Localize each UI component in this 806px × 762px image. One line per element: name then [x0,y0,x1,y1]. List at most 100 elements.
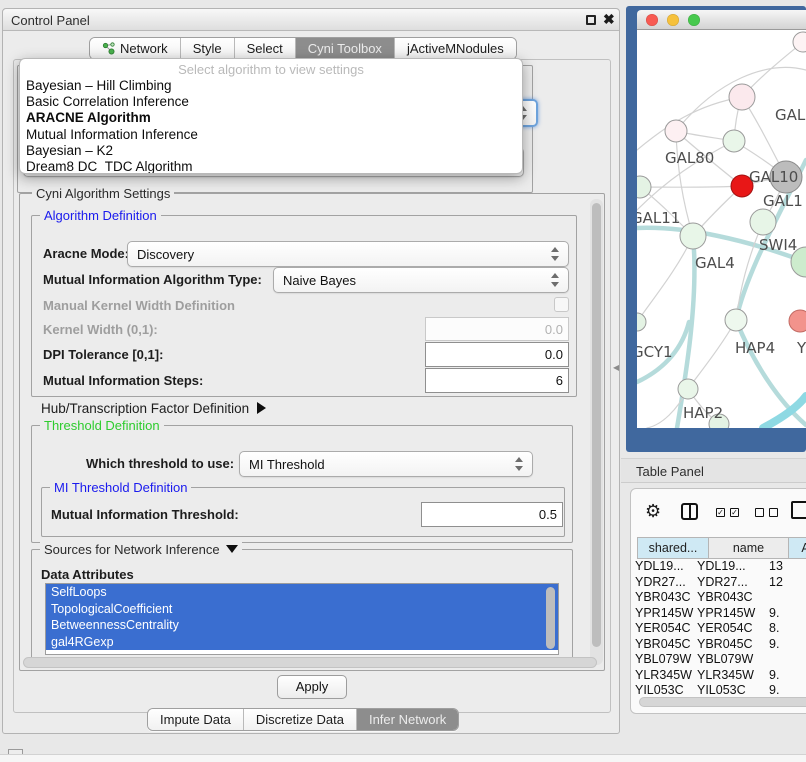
network-view-titlebar[interactable] [637,10,806,30]
network-node[interactable] [750,209,776,235]
settings-vscrollbar-thumb[interactable] [592,203,601,647]
node-label: GAL [775,106,806,124]
minimize-traffic-light[interactable] [667,14,679,26]
gear-icon[interactable]: ⚙ [645,501,661,522]
unchecked-box-icon[interactable] [769,508,778,517]
table-row[interactable]: YIL053CYIL053C9. [631,683,806,697]
close-icon[interactable]: ✖ [603,11,615,28]
float-window-icon[interactable] [586,15,596,25]
settings-hscrollbar[interactable] [23,657,597,668]
data-attribute-item[interactable]: SelfLoops [46,584,558,601]
algorithm-popup-item[interactable]: Dream8 DC_TDC Algorithm [20,159,522,174]
column-header-partial[interactable]: A [789,537,806,559]
node-label: Y [796,339,806,357]
mi-threshold-field[interactable]: 0.5 [421,502,563,527]
network-canvas[interactable]: GALGAL80GAL10GAL1GAL11SWI4GAL4GCY1HAP4YH… [637,30,806,428]
tab-discretize-data-label: Discretize Data [256,712,344,727]
tab-discretize-data[interactable]: Discretize Data [244,709,357,730]
tab-network[interactable]: Network [90,38,181,59]
tab-style[interactable]: Style [181,38,235,59]
table-cell: 9. [769,668,806,684]
table-cell: YLR345W [631,668,697,684]
hub-definition-toggle[interactable]: Hub/Transcription Factor Definition [41,401,266,416]
algorithm-popup-item[interactable]: Mutual Information Inference [20,127,522,143]
network-node[interactable] [725,309,747,331]
network-icon [102,42,115,55]
manual-kernel-width-checkbox[interactable] [554,297,569,312]
checked-box-icon[interactable]: ✓ [730,508,739,517]
algorithm-popup-item[interactable]: Bayesian – Hill Climbing [20,78,522,94]
kernel-width-label: Kernel Width (0,1): [43,322,158,337]
tab-infer-network-label: Infer Network [369,712,446,727]
data-attribute-item[interactable]: gal4RGexp [46,634,558,651]
close-traffic-light[interactable] [646,14,658,26]
table-row[interactable]: YER054CYER054C8. [631,621,806,637]
network-node[interactable] [729,84,755,110]
columns-icon[interactable] [681,503,698,520]
table-cell: YBR043C [631,590,697,606]
control-panel-titlebar[interactable]: Control Panel ✖ [3,9,619,31]
tab-select[interactable]: Select [235,38,296,59]
list-vscrollbar-thumb[interactable] [546,587,555,649]
zoom-traffic-light[interactable] [688,14,700,26]
network-node[interactable] [680,223,706,249]
table-row[interactable]: YDR27...YDR27...12 [631,575,806,591]
table-row[interactable]: YBR043CYBR043C [631,590,806,606]
unchecked-box-icon[interactable] [755,508,764,517]
column-header-shared-name[interactable]: shared... [637,537,709,559]
network-node[interactable] [678,379,698,399]
mi-steps-field[interactable]: 6 [425,368,569,393]
data-attributes-label: Data Attributes [41,567,134,582]
tab-cyni-toolbox[interactable]: Cyni Toolbox [296,38,395,59]
node-label: GCY1 [637,343,673,361]
checked-box-icon[interactable]: ✓ [716,508,725,517]
table-cell: YLR345W [697,668,769,684]
table-panel-titlebar[interactable]: Table Panel [621,458,806,483]
tab-jactivemnodules[interactable]: jActiveMNodules [395,38,516,59]
network-edge [637,236,693,322]
table-row[interactable]: YDL19...YDL19...13 [631,559,806,575]
data-attributes-list[interactable]: SelfLoopsTopologicalCoefficientBetweenne… [45,583,559,655]
algorithm-popup-item[interactable]: Basic Correlation Inference [20,94,522,110]
kernel-width-field[interactable]: 0.0 [425,317,569,341]
node-label: GAL11 [637,209,680,227]
network-graph: GALGAL80GAL10GAL1GAL11SWI4GAL4GCY1HAP4YH… [637,30,806,428]
node-label: SWI4 [759,236,797,254]
table-row[interactable]: YBL079WYBL079W [631,652,806,668]
network-node[interactable] [665,120,687,142]
which-threshold-label: Which threshold to use: [86,456,234,471]
network-node[interactable] [789,310,806,332]
algorithm-popup-item[interactable]: ARACNE Algorithm [20,110,522,126]
algorithm-popup-item[interactable]: Bayesian – K2 [20,143,522,159]
table-row[interactable]: YPR145WYPR145W9. [631,606,806,622]
data-attribute-item[interactable]: BetweennessCentrality [46,617,558,634]
column-header-name[interactable]: name [709,537,789,559]
dpi-tolerance-value: 0.0 [545,347,563,362]
table-hscrollbar[interactable] [639,697,806,707]
expanded-arrow-icon [226,545,238,553]
sources-title[interactable]: Sources for Network Inference [40,542,242,557]
cyni-algorithm-settings-title: Cyni Algorithm Settings [32,186,174,201]
aracne-mode-label: Aracne Mode: [43,246,129,261]
table-cell: 9. [769,683,806,697]
apply-button[interactable]: Apply [277,675,347,699]
table-row[interactable]: YBR045CYBR045C9. [631,637,806,653]
table-row[interactable]: YLR345WYLR345W9. [631,668,806,684]
tab-impute-data[interactable]: Impute Data [148,709,244,730]
dpi-tolerance-field[interactable]: 0.0 [425,342,569,367]
aracne-mode-combo[interactable]: Discovery [127,241,569,267]
network-node[interactable] [723,130,745,152]
mi-algorithm-type-combo[interactable]: Naive Bayes [273,267,569,293]
table-header: shared... name A [637,537,806,559]
data-attribute-item[interactable]: TopologicalCoefficient [46,601,558,618]
table-rows: YDL19...YDL19...13YDR27...YDR27...12YBR0… [631,559,806,697]
table-cell: YDR27... [631,575,697,591]
tab-infer-network[interactable]: Infer Network [357,709,458,730]
table-cell: YDL19... [631,559,697,575]
splitter-grip-icon[interactable]: ◀ [613,363,619,372]
which-threshold-combo[interactable]: MI Threshold [239,451,533,477]
network-node[interactable] [637,313,646,331]
node-label: GAL4 [695,254,735,272]
tab-cyni-toolbox-label: Cyni Toolbox [308,41,382,56]
table-doc-icon[interactable] [791,501,806,519]
